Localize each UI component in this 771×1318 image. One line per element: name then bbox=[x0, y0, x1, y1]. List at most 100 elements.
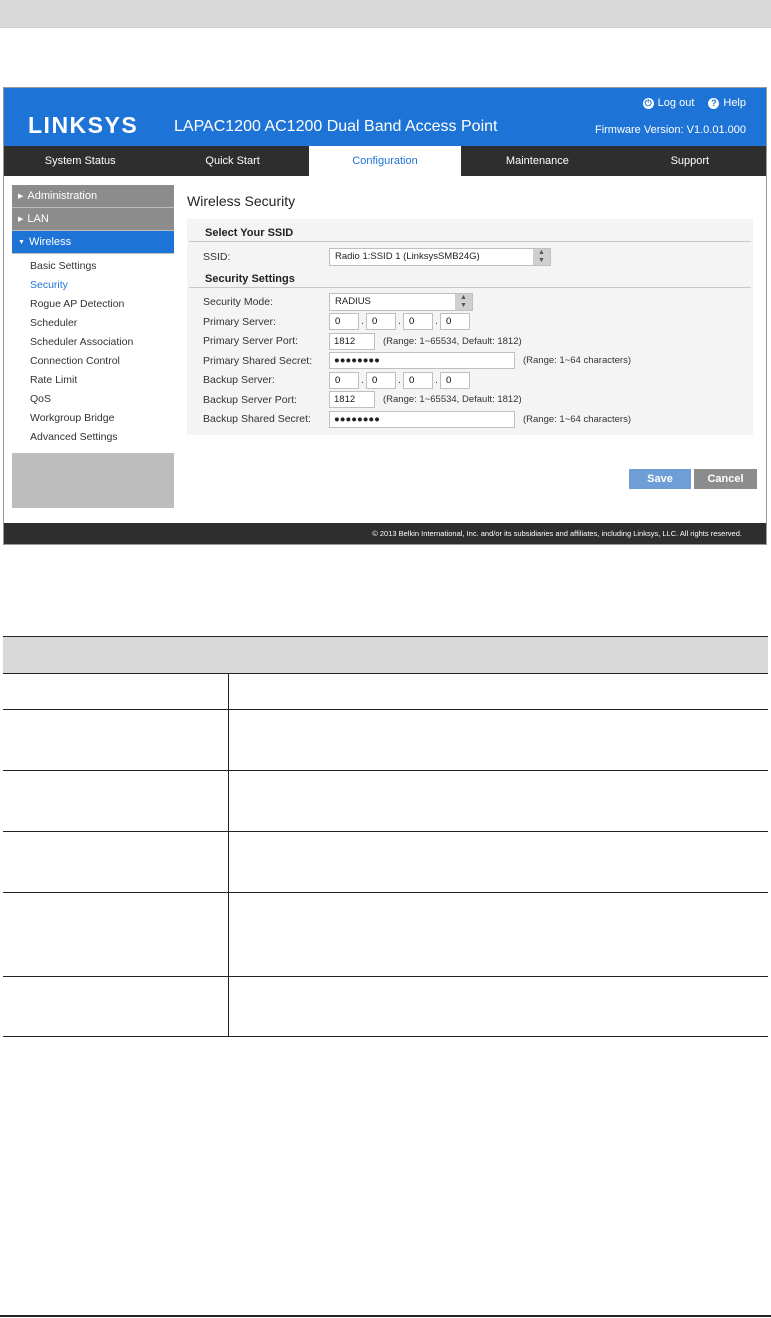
sidebar-item-workgroup-bridge[interactable]: Workgroup Bridge bbox=[12, 409, 174, 428]
sidebar: ▶ Administration ▶ LAN ▼ Wireless Basic Set… bbox=[12, 185, 174, 508]
table-cell bbox=[228, 770, 768, 832]
save-button[interactable]: Save bbox=[629, 469, 691, 489]
backup-server-octet-1[interactable] bbox=[329, 371, 359, 389]
cancel-button[interactable]: Cancel bbox=[694, 469, 757, 489]
primary-port-label: Primary Server Port: bbox=[203, 335, 299, 348]
main-nav: System Status Quick Start Configuration … bbox=[4, 146, 766, 176]
settings-description-table bbox=[3, 636, 768, 1037]
backup-server-octet-2[interactable] bbox=[366, 371, 396, 389]
product-title: LAPAC1200 AC1200 Dual Band Access Point bbox=[174, 118, 498, 135]
backup-port-row: Backup Server Port: (Range: 1~65534, Def… bbox=[187, 390, 753, 410]
security-mode-row: Security Mode: RADIUS ▲ ▼ bbox=[187, 293, 753, 313]
table-cell bbox=[3, 709, 229, 771]
primary-port-hint: (Range: 1~65534, Default: 1812) bbox=[383, 335, 522, 347]
ssid-section-title: Select Your SSID bbox=[189, 225, 751, 242]
sidebar-section-administration[interactable]: ▶ Administration bbox=[12, 185, 174, 208]
primary-server-label: Primary Server: bbox=[203, 315, 276, 328]
firmware-version: Firmware Version: V1.0.01.000 bbox=[594, 124, 746, 136]
primary-server-octet-4[interactable] bbox=[440, 313, 470, 331]
security-mode-label: Security Mode: bbox=[203, 296, 274, 309]
main-content: Wireless Security Select Your SSID SSID:… bbox=[187, 193, 757, 435]
sidebar-item-connection-control[interactable]: Connection Control bbox=[12, 352, 174, 371]
sidebar-section-label: Administration bbox=[27, 190, 98, 202]
table-cell bbox=[3, 831, 229, 893]
tab-support[interactable]: Support bbox=[614, 146, 766, 176]
table-header-row bbox=[3, 636, 768, 674]
ip-separator: . bbox=[398, 374, 401, 386]
tab-quick-start[interactable]: Quick Start bbox=[156, 146, 308, 176]
top-links: ⏻ Log out ? Help bbox=[642, 97, 746, 109]
table-row bbox=[3, 709, 768, 771]
power-icon: ⏻ bbox=[642, 97, 654, 109]
logout-label: Log out bbox=[657, 97, 695, 109]
document-header-bar bbox=[0, 0, 771, 28]
table-cell bbox=[228, 709, 768, 771]
sidebar-section-lan[interactable]: ▶ LAN bbox=[12, 208, 174, 231]
security-mode-select[interactable]: RADIUS ▲ ▼ bbox=[329, 293, 473, 312]
primary-secret-label: Primary Shared Secret: bbox=[203, 354, 313, 367]
tab-configuration[interactable]: Configuration bbox=[308, 146, 462, 176]
primary-secret-row: Primary Shared Secret: (Range: 1~64 char… bbox=[187, 351, 753, 371]
primary-server-octet-1[interactable] bbox=[329, 313, 359, 331]
ip-separator: . bbox=[435, 316, 438, 328]
tab-system-status[interactable]: System Status bbox=[4, 146, 156, 176]
caret-down-icon: ▼ bbox=[18, 239, 25, 246]
logout-link[interactable]: ⏻ Log out bbox=[642, 97, 695, 109]
ip-separator: . bbox=[435, 374, 438, 386]
primary-port-row: Primary Server Port: (Range: 1~65534, De… bbox=[187, 332, 753, 352]
primary-port-input[interactable] bbox=[329, 332, 375, 350]
help-label: Help bbox=[723, 97, 746, 109]
sidebar-item-scheduler-association[interactable]: Scheduler Association bbox=[12, 333, 174, 352]
backup-server-row: Backup Server: . . . bbox=[187, 371, 753, 391]
backup-server-octet-3[interactable] bbox=[403, 371, 433, 389]
sidebar-item-qos[interactable]: QoS bbox=[12, 390, 174, 409]
backup-port-label: Backup Server Port: bbox=[203, 393, 297, 406]
table-row bbox=[3, 976, 768, 1037]
sidebar-item-rogue-ap-detection[interactable]: Rogue AP Detection bbox=[12, 295, 174, 314]
backup-server-label: Backup Server: bbox=[203, 374, 275, 387]
backup-secret-row: Backup Shared Secret: (Range: 1~64 chara… bbox=[187, 410, 753, 430]
primary-server-ip: . . . bbox=[329, 313, 470, 331]
screenshot-frame: LINKSYS LAPAC1200 AC1200 Dual Band Acces… bbox=[3, 87, 767, 545]
backup-port-input[interactable] bbox=[329, 391, 375, 409]
linksys-logo: LINKSYS bbox=[28, 112, 139, 138]
ssid-select[interactable]: Radio 1:SSID 1 (LinksysSMB24G) ▲ ▼ bbox=[329, 247, 551, 266]
sidebar-section-wireless[interactable]: ▼ Wireless bbox=[12, 231, 174, 254]
sidebar-item-advanced-settings[interactable]: Advanced Settings bbox=[12, 428, 174, 447]
backup-secret-hint: (Range: 1~64 characters) bbox=[523, 413, 631, 425]
page-bottom-rule bbox=[0, 1315, 771, 1317]
backup-server-octet-4[interactable] bbox=[440, 371, 470, 389]
primary-server-row: Primary Server: . . . bbox=[187, 312, 753, 332]
wireless-submenu: Basic Settings Security Rogue AP Detecti… bbox=[12, 254, 174, 453]
table-cell bbox=[228, 673, 768, 710]
backup-secret-label: Backup Shared Secret: bbox=[203, 413, 311, 426]
primary-secret-hint: (Range: 1~64 characters) bbox=[523, 355, 631, 367]
updown-arrow-icon: ▲ ▼ bbox=[455, 294, 472, 311]
sidebar-item-security[interactable]: Security bbox=[12, 276, 174, 295]
security-section-title: Security Settings bbox=[189, 271, 751, 288]
table-cell bbox=[3, 892, 229, 977]
table-row bbox=[3, 770, 768, 832]
sidebar-item-scheduler[interactable]: Scheduler bbox=[12, 314, 174, 333]
table-row bbox=[3, 831, 768, 893]
table-cell bbox=[228, 976, 768, 1037]
table-header-cell bbox=[3, 636, 768, 674]
help-icon: ? bbox=[708, 97, 720, 109]
table-cell bbox=[3, 976, 229, 1037]
help-link[interactable]: ? Help bbox=[708, 97, 746, 109]
updown-arrow-icon: ▲ ▼ bbox=[533, 248, 550, 265]
sidebar-item-rate-limit[interactable]: Rate Limit bbox=[12, 371, 174, 390]
primary-secret-input[interactable] bbox=[329, 352, 515, 370]
caret-right-icon: ▶ bbox=[18, 193, 24, 200]
sidebar-section-label: Wireless bbox=[28, 236, 72, 248]
ip-separator: . bbox=[361, 316, 364, 328]
table-cell bbox=[228, 831, 768, 893]
table-cell bbox=[3, 673, 229, 710]
primary-server-octet-3[interactable] bbox=[403, 313, 433, 331]
security-mode-value: RADIUS bbox=[335, 296, 371, 308]
tab-maintenance[interactable]: Maintenance bbox=[461, 146, 613, 176]
backup-secret-input[interactable] bbox=[329, 410, 515, 428]
ssid-select-value: Radio 1:SSID 1 (LinksysSMB24G) bbox=[335, 250, 480, 262]
sidebar-item-basic-settings[interactable]: Basic Settings bbox=[12, 257, 174, 276]
primary-server-octet-2[interactable] bbox=[366, 313, 396, 331]
